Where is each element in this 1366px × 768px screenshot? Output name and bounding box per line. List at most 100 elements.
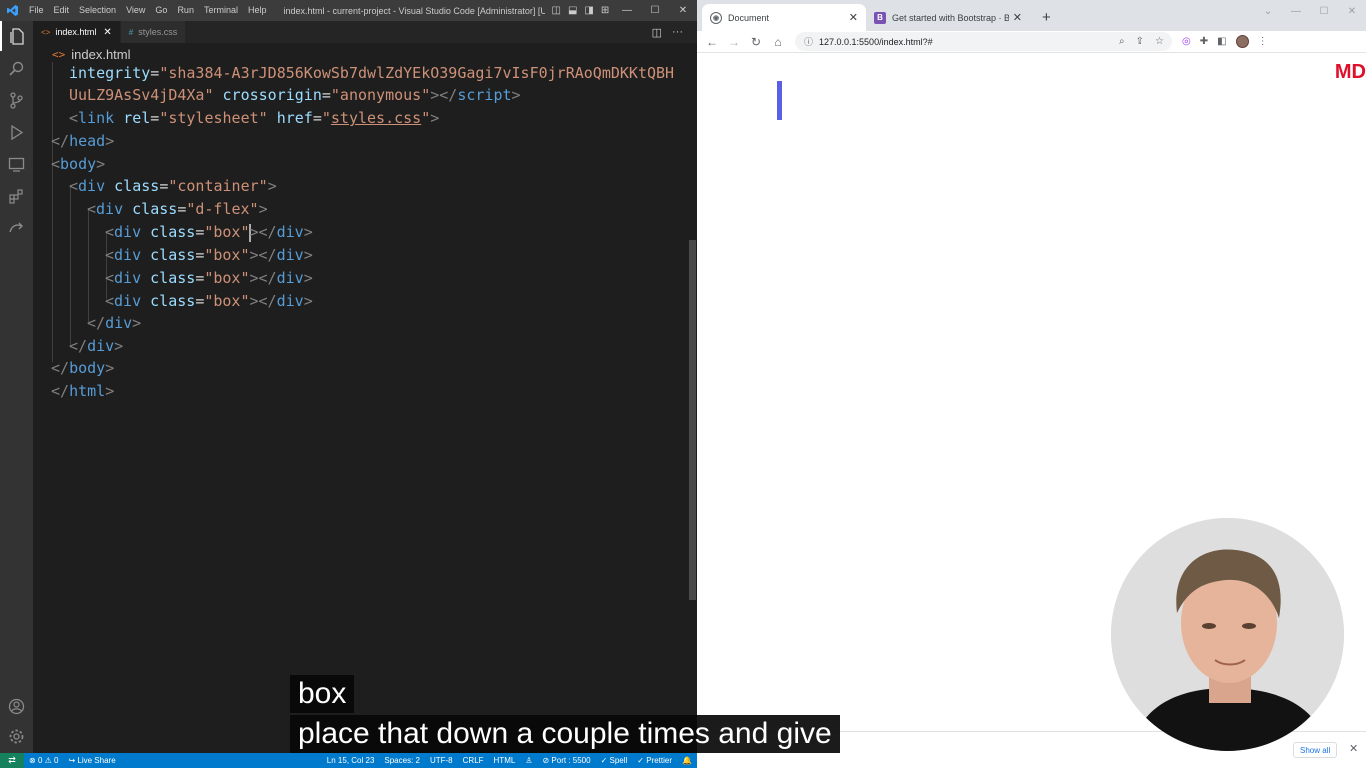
url-text[interactable]: 127.0.0.1:5500/index.html?# — [819, 37, 933, 47]
bookmark-star-icon[interactable]: ☆ — [1155, 36, 1164, 47]
tab-styles-css[interactable]: # styles.css — [120, 21, 187, 43]
home-icon[interactable]: ⌂ — [767, 35, 789, 49]
code-editor[interactable]: integrity="sha384-A3rJD856KowSb7dwlZdYEk… — [33, 62, 688, 752]
code-line: UuLZ9AsSv4jD4Xa" crossorigin="anonymous"… — [69, 86, 521, 104]
menu-go[interactable]: Go — [150, 0, 172, 21]
close-icon[interactable]: ✕ — [1338, 6, 1366, 17]
code-line: integrity="sha384-A3rJD856KowSb7dwlZdYEk… — [69, 64, 675, 82]
new-tab-button[interactable]: + — [1030, 4, 1063, 31]
feedback-icon[interactable]: ♙ — [520, 756, 537, 765]
profile-avatar[interactable] — [1235, 35, 1249, 48]
code-line: <div class="container"> — [69, 177, 277, 195]
site-info-icon[interactable]: ⓘ — [804, 35, 813, 48]
scrollbar-thumb[interactable] — [689, 240, 696, 600]
notifications-bell-icon[interactable]: 🔔 — [677, 756, 697, 765]
back-icon[interactable]: ← — [701, 35, 723, 49]
window-title: index.html - current-project - Visual St… — [283, 5, 546, 16]
spell-check[interactable]: ✓ Spell — [596, 756, 633, 765]
code-line: <div class="d-flex"> — [87, 200, 268, 218]
code-line: <div class="box"></div> — [105, 269, 313, 287]
toggle-panel-icon[interactable]: ⬓ — [568, 5, 577, 16]
toggle-sidebar-icon[interactable]: ◫ — [551, 5, 560, 16]
breadcrumb-file[interactable]: index.html — [71, 47, 130, 62]
live-server-port[interactable]: ⊘ Port : 5500 — [537, 756, 595, 765]
encoding[interactable]: UTF-8 — [425, 756, 458, 765]
manage-gear-icon[interactable] — [0, 721, 33, 751]
menu-edit[interactable]: Edit — [49, 0, 75, 21]
browser-tab-document[interactable]: ◉ Document ✕ — [702, 4, 866, 31]
remote-explorer-icon[interactable] — [0, 149, 33, 179]
stylesheet-link[interactable]: styles.css — [331, 109, 421, 127]
search-icon[interactable] — [0, 53, 33, 83]
css-icon: # — [128, 27, 134, 37]
video-captions: box place that down a couple times and g… — [290, 675, 840, 753]
remote-indicator-icon[interactable]: ⇄ — [0, 753, 24, 768]
live-share-status[interactable]: ↪ Live Share — [63, 756, 120, 765]
extension-icon[interactable]: ◎ — [1182, 36, 1191, 47]
close-tab-icon[interactable]: ✕ — [103, 27, 111, 38]
split-editor-icon[interactable]: ◫ — [652, 26, 662, 39]
code-line: <div class="box"></div> — [105, 292, 313, 310]
close-tab-icon[interactable]: ✕ — [849, 11, 858, 24]
indentation[interactable]: Spaces: 2 — [379, 756, 425, 765]
indent-guide — [88, 208, 89, 322]
code-line: </html> — [51, 382, 115, 400]
show-all-button[interactable]: Show all — [1293, 742, 1338, 758]
browser-tab-bootstrap[interactable]: B Get started with Bootstrap · Boot ✕ — [866, 4, 1030, 31]
chevron-down-icon[interactable]: ⌄ — [1254, 6, 1282, 17]
end-of-line[interactable]: CRLF — [458, 756, 489, 765]
code-line: <link rel="stylesheet" href="styles.css"… — [69, 109, 440, 127]
minimize-icon[interactable]: — — [1282, 6, 1310, 17]
code-line: </div> — [69, 337, 124, 355]
minimize-icon[interactable]: — — [613, 5, 641, 16]
code-line: </body> — [51, 359, 115, 377]
more-actions-icon[interactable]: ··· — [672, 26, 683, 38]
accounts-icon[interactable] — [0, 691, 33, 721]
close-download-bar-icon[interactable]: ✕ — [1349, 742, 1358, 755]
toggle-secondary-sidebar-icon[interactable]: ◨ — [584, 5, 593, 16]
vscode-logo-icon — [0, 0, 24, 21]
menu-file[interactable]: File — [24, 0, 49, 21]
run-debug-icon[interactable] — [0, 117, 33, 147]
menu-terminal[interactable]: Terminal — [199, 0, 243, 21]
webcam-overlay — [1111, 518, 1344, 751]
caption-line-1: box — [290, 675, 355, 713]
activity-bar — [0, 21, 33, 753]
maximize-icon[interactable]: ☐ — [641, 5, 669, 16]
browser-tab-strip: ◉ Document ✕ B Get started with Bootstra… — [697, 0, 1366, 31]
share-icon[interactable]: ⇪ — [1136, 36, 1144, 47]
close-icon[interactable]: ✕ — [669, 5, 697, 16]
code-line: </div> — [87, 314, 142, 332]
md-badge: MD — [1334, 61, 1366, 83]
source-control-icon[interactable] — [0, 85, 33, 115]
close-tab-icon[interactable]: ✕ — [1013, 11, 1022, 24]
browser-menu-icon[interactable]: ⋮ — [1258, 36, 1268, 47]
menu-help[interactable]: Help — [243, 0, 272, 21]
indent-guide — [52, 62, 53, 362]
menu-run[interactable]: Run — [172, 0, 199, 21]
code-line-current: <div class="box"></div> — [105, 223, 313, 242]
extensions-icon[interactable] — [0, 181, 33, 211]
maximize-icon[interactable]: ☐ — [1310, 6, 1338, 17]
vscode-window: File Edit Selection View Go Run Terminal… — [0, 0, 697, 768]
live-share-icon[interactable] — [0, 213, 33, 243]
menu-selection[interactable]: Selection — [74, 0, 121, 21]
language-mode[interactable]: HTML — [489, 756, 521, 765]
zoom-icon[interactable]: ⌕ — [1119, 36, 1125, 47]
prettier-status[interactable]: ✓ Prettier — [632, 756, 677, 765]
reload-icon[interactable]: ↻ — [745, 35, 767, 49]
problems-indicator[interactable]: ⊗ 0 ⚠ 0 — [24, 756, 63, 765]
extensions-puzzle-icon[interactable]: ✚ — [1200, 36, 1208, 47]
side-panel-icon[interactable]: ◧ — [1217, 36, 1226, 47]
menu-view[interactable]: View — [121, 0, 150, 21]
forward-icon[interactable]: → — [723, 35, 745, 49]
editor-scrollbar[interactable] — [688, 62, 697, 753]
cursor-position[interactable]: Ln 15, Col 23 — [322, 756, 380, 765]
code-line: <div class="box"></div> — [105, 246, 313, 264]
tab-index-html[interactable]: <> index.html ✕ — [33, 21, 121, 43]
explorer-icon[interactable] — [0, 21, 33, 51]
code-line: </head> — [51, 132, 115, 150]
address-bar[interactable]: ⓘ 127.0.0.1:5500/index.html?# ⌕ ⇪ ☆ — [795, 32, 1172, 51]
customize-layout-icon[interactable]: ⊞ — [601, 5, 609, 16]
code-line: <body> — [51, 155, 106, 173]
